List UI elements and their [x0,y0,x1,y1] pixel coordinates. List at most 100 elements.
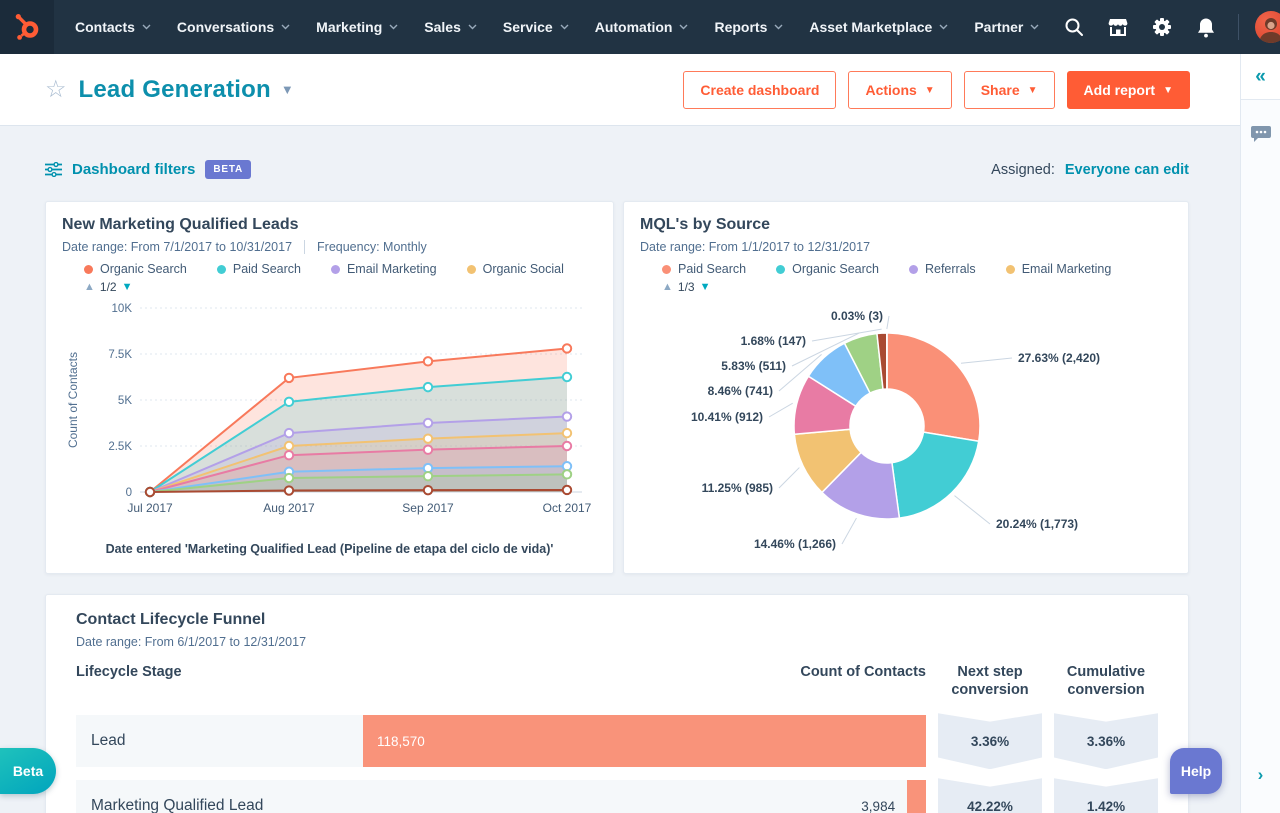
legend-label: Email Marketing [1021,262,1112,276]
chevron-down-icon [774,24,783,30]
chevron-down-icon [679,24,688,30]
donut-chart[interactable]: 27.63% (2,420) 20.24% (1,773) 14.46% (1,26… [640,296,1148,558]
legend-pager: ▲ 1/2 ▼ [84,280,597,294]
nav-item-conversations[interactable]: Conversations [164,0,303,54]
nav-item-automation[interactable]: Automation [582,0,702,54]
nav-item-reports[interactable]: Reports [701,0,796,54]
share-button[interactable]: Share ▼ [963,70,1055,109]
legend-item-email-marketing[interactable]: Email Marketing [1005,262,1112,276]
svg-text:2.5K: 2.5K [108,441,132,453]
legend-item-email-marketing[interactable]: Email Marketing [330,262,437,276]
nav-item-sales[interactable]: Sales [411,0,490,54]
account-menu[interactable] [1249,11,1280,43]
svg-text:7.5K: 7.5K [108,349,132,361]
expand-panel-icon[interactable]: › [1241,765,1280,785]
nav-menu: Contacts Conversations Marketing Sales Servi… [62,0,1052,54]
svg-text:0: 0 [126,487,132,499]
funnel-row-lead: Lead 118,570 3.36% 3.36% [76,713,1158,770]
donut-slice-label: 10.41% (912) [691,410,763,424]
legend-item-paid-search[interactable]: Paid Search [216,262,301,276]
create-dashboard-button[interactable]: Create dashboard [683,70,837,109]
nav-item-service[interactable]: Service [490,0,582,54]
search-icon[interactable] [1052,0,1096,54]
hubspot-logo[interactable] [0,0,54,54]
nav-item-label: Marketing [316,19,383,35]
actions-button[interactable]: Actions ▼ [848,70,952,109]
settings-icon[interactable] [1140,0,1184,54]
add-report-button[interactable]: Add report ▼ [1066,70,1190,109]
legend-label: Organic Search [100,262,187,276]
column-header-cumulative: Cumulative conversion [1066,664,1146,699]
dashboard-content: Dashboard filters BETA Assigned: Everyon… [0,126,1240,813]
donut-slice-label: 8.46% (741) [708,384,773,398]
assigned-info: Assigned: Everyone can edit [991,162,1189,178]
legend-page-down-icon[interactable]: ▼ [122,281,133,293]
favorite-star-icon[interactable]: ☆ [45,77,67,102]
dashboard-title-caret-icon[interactable]: ▼ [281,82,294,97]
report-date-range: Date range: From 6/1/2017 to 12/31/2017 [76,635,307,649]
nav-right-cluster [1052,0,1280,54]
x-axis-caption: Date entered 'Marketing Qualified Lead (… [105,542,554,556]
nav-item-label: Reports [714,19,768,35]
funnel-count: 118,570 [377,733,425,749]
legend-dot-icon [466,264,476,274]
nav-item-marketing[interactable]: Marketing [303,0,411,54]
funnel-row-strip: Marketing Qualified Lead 3,984 [76,780,926,813]
legend-dot-icon [908,264,918,274]
donut-slice[interactable] [891,431,980,520]
nav-item-contacts[interactable]: Contacts [62,0,164,54]
funnel-stage-label: Lead [91,732,126,750]
dashboard-title[interactable]: Lead Generation [79,76,271,104]
reports-row: New Marketing Qualified Leads Date range… [45,201,1189,574]
legend-dot-icon [84,264,93,274]
caret-down-icon: ▼ [924,84,935,96]
nav-item-partner[interactable]: Partner [961,0,1052,54]
avatar [1255,11,1280,43]
funnel-row-strip: Lead 118,570 [76,715,926,768]
header-actions: Create dashboard Actions ▼ Share ▼ Add rep… [683,70,1190,109]
notifications-icon[interactable] [1184,0,1228,54]
column-header-count: Count of Contacts [800,664,926,680]
line-chart[interactable]: 0 2.5K 5K 7.5K 10K Count of Contacts Jul 2017 A… [62,296,597,534]
legend-item-referrals[interactable]: Referrals [908,262,976,276]
chevron-down-icon [142,24,151,30]
svg-text:Aug 2017: Aug 2017 [263,501,315,515]
legend-dot-icon [662,264,671,274]
legend-item-organic-social[interactable]: Organic Social [466,262,564,276]
legend-item-organic-search[interactable]: Organic Search [84,262,187,276]
svg-text:10K: 10K [112,303,133,315]
beta-fab-button[interactable]: Beta [0,748,56,794]
donut-slice-label: 20.24% (1,773) [996,517,1078,531]
nav-item-label: Service [502,19,553,35]
assigned-label: Assigned: [991,161,1055,178]
legend-dot-icon [216,264,226,274]
donut-slice[interactable] [886,332,981,443]
legend-item-organic-search[interactable]: Organic Search [776,262,879,276]
dashboard-filters-button[interactable]: Dashboard filters BETA [45,160,252,179]
funnel-bar[interactable] [907,780,926,813]
report-card-new-mqls: New Marketing Qualified Leads Date range… [45,201,614,574]
chevron-down-icon [389,24,398,30]
nav-item-label: Partner [974,19,1024,35]
nav-item-asset-marketplace[interactable]: Asset Marketplace [796,0,961,54]
nav-item-label: Conversations [176,19,275,35]
help-button[interactable]: Help [1170,748,1222,794]
comments-icon[interactable] [1241,126,1280,143]
legend-page-up-icon[interactable]: ▲ [84,281,95,293]
funnel-count: 3,984 [861,798,896,813]
assigned-value-link[interactable]: Everyone can edit [1065,162,1189,178]
svg-text:Count of Contacts: Count of Contacts [66,352,80,448]
legend-item-paid-search[interactable]: Paid Search [662,262,746,276]
divider [304,240,306,254]
nav-item-label: Contacts [75,19,135,35]
svg-text:5K: 5K [118,395,132,407]
legend-page-down-icon[interactable]: ▼ [700,281,711,293]
funnel-bar[interactable] [363,715,926,768]
report-title: Contact Lifecycle Funnel [76,611,266,628]
legend-label: Referrals [924,262,976,276]
donut-chart-legend: Paid Search Organic Search Referrals Email … [662,262,1172,276]
collapse-sidebar-icon[interactable]: « [1241,54,1280,100]
legend-page-up-icon[interactable]: ▲ [662,281,673,293]
marketplace-icon[interactable] [1096,0,1140,54]
legend-label: Email Marketing [346,262,437,276]
